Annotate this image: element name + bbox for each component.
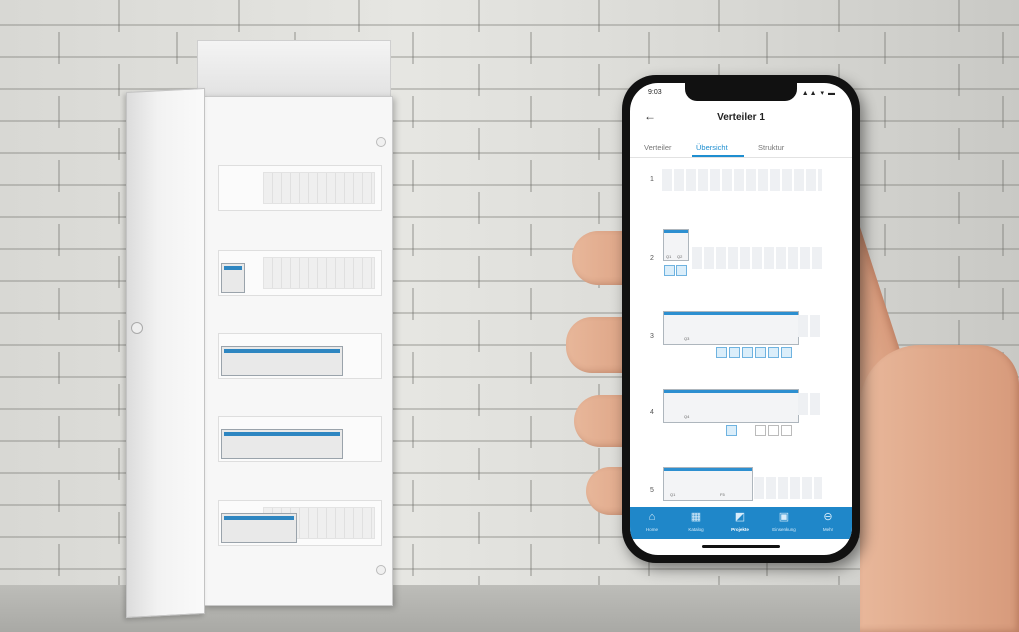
brick-row [0, 0, 1019, 32]
cabinet-screw [376, 137, 386, 147]
cabinet-row-1 [218, 165, 382, 211]
function-icon [781, 347, 792, 358]
row-number: 3 [650, 333, 654, 340]
door-handle-icon [131, 322, 143, 334]
cabinet-top-cover [197, 40, 391, 98]
more-icon: ⊖ [823, 511, 833, 523]
catalog-icon: ▦ [690, 511, 702, 523]
function-icon [664, 265, 675, 276]
function-icon [729, 347, 740, 358]
function-icon [716, 347, 727, 358]
projects-icon: ◩ [734, 511, 746, 523]
function-icon [768, 425, 779, 436]
home-indicator [702, 545, 780, 548]
function-icon [755, 347, 766, 358]
cabinet-row-5 [218, 500, 382, 546]
status-time: 9:03 [648, 89, 662, 96]
cabinet-open-door [126, 87, 205, 619]
row-number: 5 [650, 487, 654, 494]
cabinet-row-4 [218, 416, 382, 462]
cabinet-row-2 [218, 250, 382, 296]
empty-slots-row-4[interactable] [798, 393, 822, 415]
screen-title: Verteiler 1 [717, 112, 765, 123]
empty-slots-row-5[interactable] [754, 477, 822, 499]
nav-mehr[interactable]: ⊖ Mehr [806, 510, 850, 532]
row-number: 2 [650, 255, 654, 262]
tab-verteiler[interactable]: Verteiler [644, 143, 672, 152]
cabinet-screw [376, 565, 386, 575]
device-row-5[interactable]: Q1 F5 [663, 467, 753, 501]
bottom-navigation: ⌂ Home ▦ Katalog ◩ Projekte ▣ Einsenkung… [630, 507, 852, 539]
function-icon [781, 425, 792, 436]
empty-slots-row-3[interactable] [798, 315, 822, 337]
active-tab-indicator [692, 155, 744, 157]
nav-projekte[interactable]: ◩ Projekte [718, 510, 762, 532]
tab-bar: Verteiler Übersicht Struktur [630, 135, 852, 158]
device-row-4[interactable]: Q4 [663, 389, 799, 423]
installation-icon: ▣ [778, 511, 790, 523]
brick-row [0, 32, 1019, 64]
tab-struktur[interactable]: Struktur [758, 143, 784, 152]
home-icon: ⌂ [648, 511, 656, 523]
phone-notch [685, 83, 797, 101]
row-number: 4 [650, 409, 654, 416]
device-row-3[interactable]: Q3 [663, 311, 799, 345]
function-icon [676, 265, 687, 276]
nav-home[interactable]: ⌂ Home [630, 510, 674, 532]
device-row-2[interactable]: Q1 Q2 [663, 229, 689, 261]
function-icon [726, 425, 737, 436]
palm [860, 345, 1019, 632]
row-number: 1 [650, 176, 654, 183]
nav-katalog[interactable]: ▦ Katalog [674, 510, 718, 532]
function-icon [768, 347, 779, 358]
status-icons: ▲▲ ▾ ▬ [801, 90, 836, 97]
function-icon [755, 425, 766, 436]
empty-slots-row-1[interactable] [662, 169, 822, 191]
function-icon [742, 347, 753, 358]
phone-screen: 9:03 ▲▲ ▾ ▬ ← Verteiler 1 Verteiler Über… [630, 83, 852, 555]
empty-slots-row-2[interactable] [692, 247, 822, 269]
cabinet-row-3 [218, 333, 382, 379]
nav-einsenkung[interactable]: ▣ Einsenkung [762, 510, 806, 532]
tab-uebersicht[interactable]: Übersicht [696, 143, 728, 152]
